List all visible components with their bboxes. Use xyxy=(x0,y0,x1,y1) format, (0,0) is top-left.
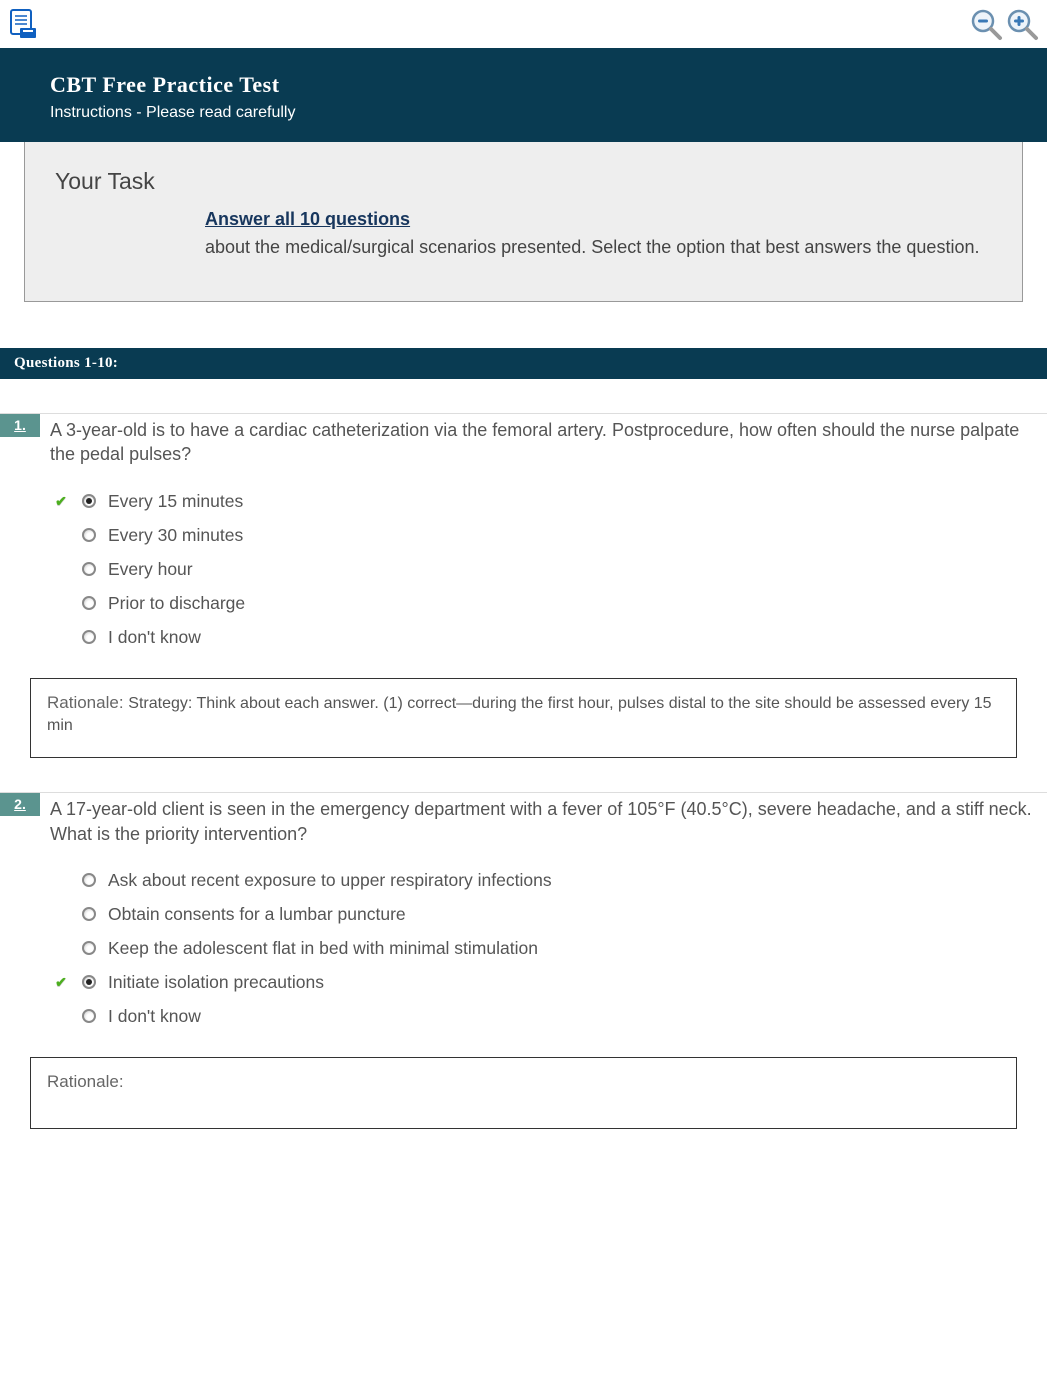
question-header: 2.A 17-year-old client is seen in the em… xyxy=(0,793,1047,846)
check-icon: ✔ xyxy=(55,494,67,508)
radio-slot xyxy=(80,1009,98,1023)
rationale-box: Rationale: Strategy: Think about each an… xyxy=(30,678,1017,759)
option-row: Keep the adolescent flat in bed with min… xyxy=(52,938,1047,959)
check-icon: ✔ xyxy=(55,975,67,989)
option-label: Every hour xyxy=(108,559,193,580)
rationale-box: Rationale: xyxy=(30,1057,1017,1129)
radio-slot xyxy=(80,528,98,542)
radio-slot xyxy=(80,562,98,576)
radio-button[interactable] xyxy=(82,630,96,644)
question-header: 1.A 3-year-old is to have a cardiac cath… xyxy=(0,414,1047,467)
option-row: I don't know xyxy=(52,627,1047,648)
option-label: Obtain consents for a lumbar puncture xyxy=(108,904,406,925)
radio-slot xyxy=(80,941,98,955)
radio-button[interactable] xyxy=(82,975,96,989)
radio-button[interactable] xyxy=(82,907,96,921)
zoom-in-icon[interactable] xyxy=(1005,7,1039,41)
option-row: Prior to discharge xyxy=(52,593,1047,614)
zoom-controls xyxy=(969,7,1039,41)
task-description: about the medical/surgical scenarios pre… xyxy=(205,234,992,261)
task-link[interactable]: Answer all 10 questions xyxy=(205,209,410,230)
toolbar xyxy=(0,0,1047,48)
option-label: Every 15 minutes xyxy=(108,491,243,512)
option-row: Ask about recent exposure to upper respi… xyxy=(52,870,1047,891)
question-number[interactable]: 2. xyxy=(0,793,40,816)
header-banner: CBT Free Practice Test Instructions - Pl… xyxy=(0,48,1047,142)
rationale-label: Rationale: xyxy=(47,1072,124,1091)
zoom-out-icon[interactable] xyxy=(969,7,1003,41)
option-label: Every 30 minutes xyxy=(108,525,243,546)
option-row: Every 30 minutes xyxy=(52,525,1047,546)
option-label: Keep the adolescent flat in bed with min… xyxy=(108,938,538,959)
document-icon[interactable] xyxy=(8,8,40,40)
question-number[interactable]: 1. xyxy=(0,414,40,437)
option-label: I don't know xyxy=(108,1006,201,1027)
option-row: I don't know xyxy=(52,1006,1047,1027)
task-box: Your Task Answer all 10 questions about … xyxy=(24,142,1023,302)
options-list: ✔ Every 15 minutes Every 30 minutes Every h… xyxy=(52,491,1047,648)
question-text: A 17-year-old client is seen in the emer… xyxy=(40,793,1047,846)
correct-indicator: ✔ xyxy=(52,975,70,989)
option-row: Obtain consents for a lumbar puncture xyxy=(52,904,1047,925)
option-label: I don't know xyxy=(108,627,201,648)
rationale-text: Strategy: Think about each answer. (1) c… xyxy=(47,695,992,734)
option-label: Ask about recent exposure to upper respi… xyxy=(108,870,552,891)
task-label: Your Task xyxy=(55,168,992,195)
section-heading: Questions 1-10: xyxy=(0,348,1047,379)
radio-button[interactable] xyxy=(82,596,96,610)
question-block: 1.A 3-year-old is to have a cardiac cath… xyxy=(0,413,1047,758)
radio-button[interactable] xyxy=(82,494,96,508)
radio-slot xyxy=(80,873,98,887)
correct-indicator: ✔ xyxy=(52,494,70,508)
option-row: ✔ Initiate isolation precautions xyxy=(52,972,1047,993)
radio-button[interactable] xyxy=(82,941,96,955)
radio-button[interactable] xyxy=(82,1009,96,1023)
radio-slot xyxy=(80,596,98,610)
option-row: Every hour xyxy=(52,559,1047,580)
radio-slot xyxy=(80,494,98,508)
option-row: ✔ Every 15 minutes xyxy=(52,491,1047,512)
options-list: Ask about recent exposure to upper respi… xyxy=(52,870,1047,1027)
radio-button[interactable] xyxy=(82,873,96,887)
option-label: Initiate isolation precautions xyxy=(108,972,324,993)
header-subtitle: Instructions - Please read carefully xyxy=(50,104,997,122)
rationale-label: Rationale: xyxy=(47,693,128,712)
radio-slot xyxy=(80,975,98,989)
header-title: CBT Free Practice Test xyxy=(50,72,997,98)
question-block: 2.A 17-year-old client is seen in the em… xyxy=(0,792,1047,1129)
radio-slot xyxy=(80,907,98,921)
option-label: Prior to discharge xyxy=(108,593,245,614)
radio-slot xyxy=(80,630,98,644)
question-text: A 3-year-old is to have a cardiac cathet… xyxy=(40,414,1047,467)
radio-button[interactable] xyxy=(82,562,96,576)
radio-button[interactable] xyxy=(82,528,96,542)
